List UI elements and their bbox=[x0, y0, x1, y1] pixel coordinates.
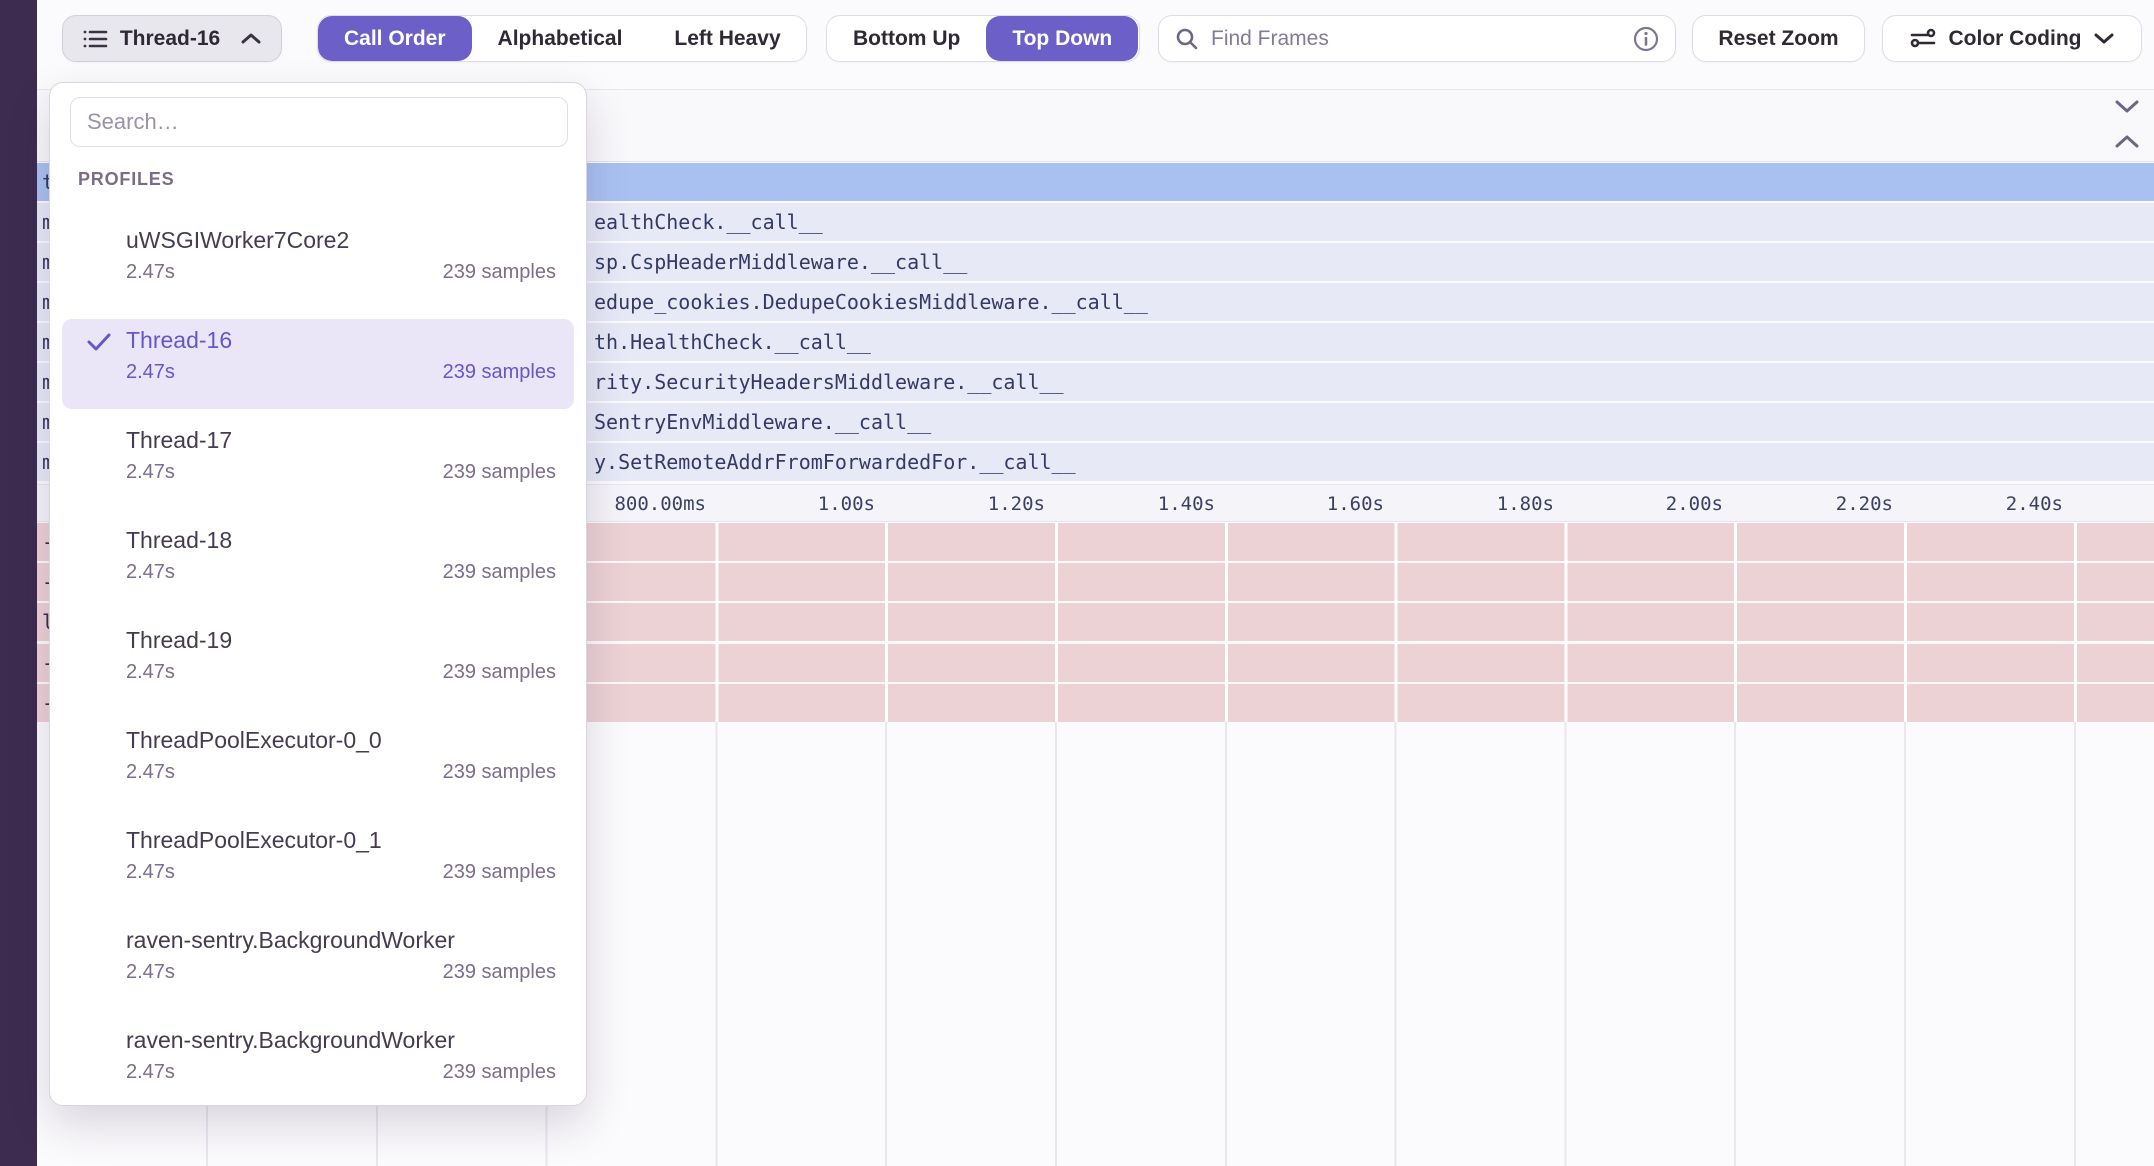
profile-duration: 2.47s bbox=[126, 857, 175, 887]
profile-samples: 239 samples bbox=[443, 757, 556, 787]
profile-item[interactable]: raven-sentry.BackgroundWorker 2.47s 239 … bbox=[50, 1015, 586, 1106]
tab-bottom-up[interactable]: Bottom Up bbox=[827, 16, 986, 61]
profile-item[interactable]: ThreadPoolExecutor-0_0 2.47s 239 samples bbox=[50, 715, 586, 815]
chevron-down-icon bbox=[2093, 32, 2115, 45]
profile-name: ThreadPoolExecutor-0_1 bbox=[126, 823, 556, 857]
profiler-screen: t m ealthCheck.__call__ m sp.CspHeaderMi… bbox=[0, 0, 2154, 1166]
profile-item[interactable]: Thread-17 2.47s 239 samples bbox=[50, 415, 586, 515]
frame-label-fragment: y.SetRemoteAddrFromForwardedFor.__call__ bbox=[594, 443, 1076, 481]
search-icon bbox=[1175, 27, 1199, 51]
profile-duration: 2.47s bbox=[126, 1057, 175, 1087]
sliders-icon bbox=[1909, 27, 1937, 51]
profile-samples: 239 samples bbox=[443, 857, 556, 887]
profile-samples: 239 samples bbox=[443, 657, 556, 687]
list-icon bbox=[82, 27, 108, 51]
tab-call-order[interactable]: Call Order bbox=[318, 16, 472, 61]
profile-duration: 2.47s bbox=[126, 657, 175, 687]
frame-label-fragment: sp.CspHeaderMiddleware.__call__ bbox=[594, 243, 967, 281]
profiles-list: uWSGIWorker7Core2 2.47s 239 samples Thre… bbox=[50, 215, 586, 1106]
axis-tick-label: 800.00ms bbox=[614, 485, 706, 523]
profile-name: raven-sentry.BackgroundWorker bbox=[126, 923, 556, 957]
frame-label-fragment: rity.SecurityHeadersMiddleware.__call__ bbox=[594, 363, 1064, 401]
frame-label-fragment: th.HealthCheck.__call__ bbox=[594, 323, 871, 361]
axis-tick-label: 1.40s bbox=[1158, 485, 1215, 523]
info-icon[interactable] bbox=[1633, 26, 1659, 52]
profile-samples: 239 samples bbox=[443, 457, 556, 487]
reset-zoom-label: Reset Zoom bbox=[1718, 27, 1838, 51]
profile-item[interactable]: Thread-19 2.47s 239 samples bbox=[50, 615, 586, 715]
profile-item-selected[interactable]: Thread-16 2.47s 239 samples bbox=[50, 315, 586, 415]
profile-item[interactable]: raven-sentry.BackgroundWorker 2.47s 239 … bbox=[50, 915, 586, 1015]
profile-item[interactable]: ThreadPoolExecutor-0_1 2.47s 239 samples bbox=[50, 815, 586, 915]
profile-name: ThreadPoolExecutor-0_0 bbox=[126, 723, 556, 757]
chevron-down-icon[interactable] bbox=[2114, 98, 2140, 114]
profiles-section-label: PROFILES bbox=[78, 169, 174, 190]
axis-tick-label: 2.20s bbox=[1836, 485, 1893, 523]
profile-name: raven-sentry.BackgroundWorker bbox=[126, 1023, 556, 1057]
profile-item[interactable]: uWSGIWorker7Core2 2.47s 239 samples bbox=[50, 215, 586, 315]
color-coding-button[interactable]: Color Coding bbox=[1882, 15, 2142, 62]
profile-name: uWSGIWorker7Core2 bbox=[126, 223, 556, 257]
profile-duration: 2.47s bbox=[126, 457, 175, 487]
profile-name: Thread-19 bbox=[126, 623, 556, 657]
profile-duration: 2.47s bbox=[126, 257, 175, 287]
axis-tick-label: 1.00s bbox=[818, 485, 875, 523]
profile-duration: 2.47s bbox=[126, 957, 175, 987]
axis-tick-label: 2.00s bbox=[1666, 485, 1723, 523]
profile-name: Thread-18 bbox=[126, 523, 556, 557]
tab-top-down[interactable]: Top Down bbox=[986, 16, 1138, 61]
profile-duration: 2.47s bbox=[126, 357, 175, 387]
tab-left-heavy[interactable]: Left Heavy bbox=[648, 16, 806, 61]
tab-alphabetical[interactable]: Alphabetical bbox=[472, 16, 649, 61]
thread-selector-button[interactable]: Thread-16 bbox=[62, 15, 282, 62]
find-frames-search bbox=[1158, 15, 1676, 62]
thread-dropdown-panel: PROFILES uWSGIWorker7Core2 2.47s 239 sam… bbox=[49, 82, 587, 1106]
check-icon bbox=[86, 331, 112, 353]
axis-tick-label: 1.80s bbox=[1497, 485, 1554, 523]
axis-tick-label: 1.20s bbox=[988, 485, 1045, 523]
profile-item[interactable]: Thread-18 2.47s 239 samples bbox=[50, 515, 586, 615]
profile-samples: 239 samples bbox=[443, 257, 556, 287]
left-sidebar-strip bbox=[0, 0, 37, 1166]
axis-tick-label: 1.60s bbox=[1327, 485, 1384, 523]
axis-tick-label: 2.40s bbox=[2006, 485, 2063, 523]
profile-duration: 2.47s bbox=[126, 757, 175, 787]
chevron-up-icon[interactable] bbox=[2114, 133, 2140, 149]
frame-label-fragment: edupe_cookies.DedupeCookiesMiddleware.__… bbox=[594, 283, 1148, 321]
toolbar: Thread-16 Call Order Alphabetical Left H… bbox=[37, 0, 2154, 82]
profile-samples: 239 samples bbox=[443, 557, 556, 587]
chevron-up-icon bbox=[240, 32, 262, 45]
sort-order-tabs: Call Order Alphabetical Left Heavy bbox=[317, 15, 807, 62]
profile-samples: 239 samples bbox=[443, 1057, 556, 1087]
thread-selector-label: Thread-16 bbox=[120, 27, 220, 51]
profile-duration: 2.47s bbox=[126, 557, 175, 587]
frame-label-fragment: SentryEnvMiddleware.__call__ bbox=[594, 403, 931, 441]
profile-name: Thread-16 bbox=[126, 323, 556, 357]
frame-label-fragment: ealthCheck.__call__ bbox=[594, 203, 823, 241]
find-frames-input[interactable] bbox=[1209, 26, 1623, 52]
profile-samples: 239 samples bbox=[443, 957, 556, 987]
color-coding-label: Color Coding bbox=[1949, 27, 2082, 51]
dropdown-search-input[interactable] bbox=[70, 97, 568, 147]
profile-name: Thread-17 bbox=[126, 423, 556, 457]
reset-zoom-button[interactable]: Reset Zoom bbox=[1692, 15, 1865, 62]
direction-tabs: Bottom Up Top Down bbox=[826, 15, 1140, 62]
profile-samples: 239 samples bbox=[443, 357, 556, 387]
